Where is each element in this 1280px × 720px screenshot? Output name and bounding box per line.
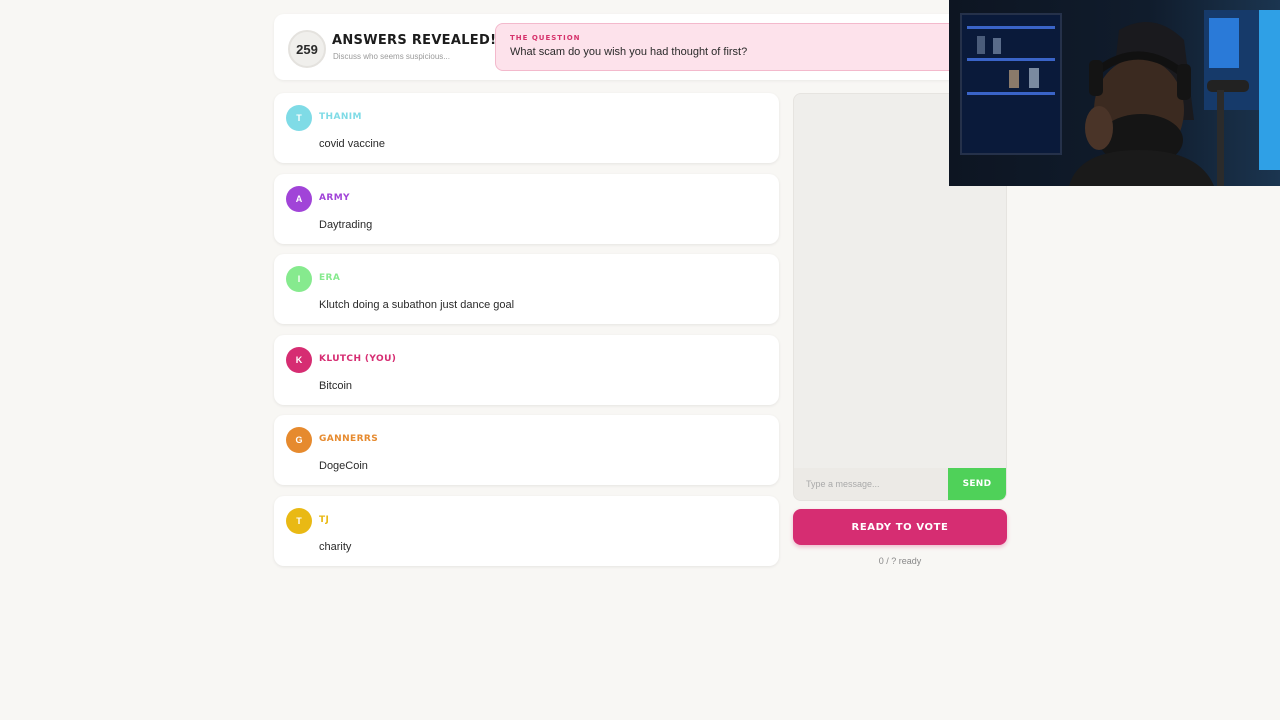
- player-name: THANIM: [319, 112, 362, 122]
- answer-card: A ARMY Daytrading: [274, 173, 779, 244]
- answer-text: Daytrading: [319, 218, 373, 231]
- answer-card: I ERA Klutch doing a subathon just dance…: [274, 254, 779, 324]
- streamer-webcam-image: [949, 0, 1280, 186]
- webcam-overlay: [949, 0, 1280, 186]
- player-name: KLUTCH (YOU): [319, 353, 397, 364]
- avatar: T: [286, 105, 312, 131]
- send-button[interactable]: SEND: [948, 468, 1006, 500]
- answer-card: G GANNERRS DogeCoin: [274, 415, 779, 485]
- avatar: K: [286, 346, 312, 373]
- answer-card: T THANIM covid vaccine: [274, 93, 779, 163]
- ready-count: 0 / ? ready: [878, 556, 922, 566]
- answer-text: DogeCoin: [319, 460, 368, 472]
- question-box: THE QUESTION What scam do you wish you h…: [495, 23, 967, 71]
- round-header: 259 ANSWERS REVEALED! Discuss who seems …: [274, 14, 1004, 80]
- avatar: T: [286, 507, 312, 534]
- ready-to-vote-button[interactable]: READY TO VOTE: [793, 509, 1007, 545]
- answer-card: T TJ charity: [274, 495, 779, 566]
- chat-message-input[interactable]: [794, 468, 948, 500]
- question-label: THE QUESTION: [510, 34, 581, 42]
- avatar: I: [286, 266, 312, 292]
- player-name: GANNERRS: [319, 434, 379, 444]
- avatar: A: [286, 185, 312, 212]
- countdown-timer: 259: [288, 30, 326, 68]
- answer-text: covid vaccine: [319, 138, 386, 150]
- answer-text: Bitcoin: [319, 379, 353, 392]
- avatar: G: [286, 427, 312, 453]
- question-text: What scam do you wish you had thought of…: [510, 46, 748, 58]
- phase-title: ANSWERS REVEALED!: [332, 33, 497, 48]
- answer-text: Klutch doing a subathon just dance goal: [319, 299, 515, 311]
- answers-list: T THANIM covid vaccine A ARMY Daytrading…: [274, 93, 779, 576]
- player-name: ARMY: [319, 192, 350, 203]
- phase-subtitle: Discuss who seems suspicious...: [333, 52, 450, 61]
- player-name: ERA: [319, 273, 341, 283]
- player-name: TJ: [319, 514, 330, 525]
- answer-card: K KLUTCH (YOU) Bitcoin: [274, 334, 779, 405]
- answer-text: charity: [319, 540, 352, 553]
